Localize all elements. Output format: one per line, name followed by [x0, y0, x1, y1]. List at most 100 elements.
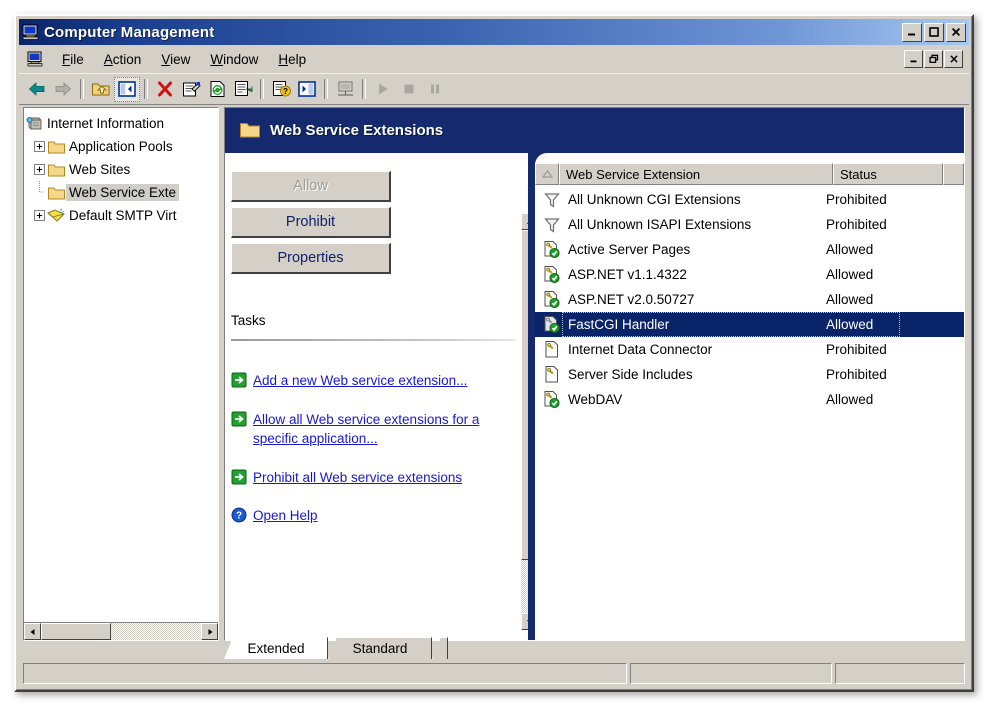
menu-bar: File Action View Window Help [19, 45, 969, 74]
scroll-down-button[interactable] [521, 613, 528, 630]
table-row[interactable]: All Unknown ISAPI Extensions Prohibited [535, 212, 964, 237]
result-pane-title: Web Service Extensions [270, 121, 444, 139]
allowed-page-icon [541, 315, 563, 335]
mdi-minimize-button[interactable] [904, 50, 923, 68]
table-row[interactable]: WebDAV Allowed [535, 387, 964, 412]
table-row[interactable]: Server Side Includes Prohibited [535, 362, 964, 387]
computer-icon [22, 23, 40, 41]
tree-item-label: Web Sites [69, 162, 131, 177]
results-scroll-thumb[interactable] [521, 230, 528, 560]
scroll-right-button[interactable] [201, 623, 218, 640]
prohibit-button[interactable]: Prohibit [231, 207, 391, 238]
extension-status: Allowed [826, 292, 874, 307]
open-help-link[interactable]: ? Open Help [231, 506, 520, 526]
table-row[interactable]: ASP.NET v1.1.4322 Allowed [535, 262, 964, 287]
tree-item-application-pools[interactable]: Application Pools [24, 135, 218, 158]
view-tabs: Extended Standard [224, 637, 965, 659]
add-extension-link[interactable]: Add a new Web service extension... [231, 371, 520, 391]
table-row[interactable]: Active Server Pages Allowed [535, 237, 964, 262]
folder-icon [46, 161, 66, 179]
extension-name: All Unknown ISAPI Extensions [568, 217, 752, 232]
tab-standard-label: Standard [352, 640, 408, 656]
toolbar-separator [324, 79, 328, 99]
extensions-list-view: Web Service Extension Status All Unknown… [535, 153, 964, 640]
folder-icon [239, 120, 261, 140]
menu-item-window[interactable]: Window [201, 49, 267, 70]
svg-text:?: ? [283, 87, 288, 96]
console-icon [27, 50, 45, 68]
close-button[interactable] [946, 22, 966, 42]
funnel-icon [541, 215, 563, 235]
help-button[interactable]: ? [268, 77, 294, 102]
allowed-page-icon [541, 240, 563, 260]
stop-button [396, 77, 422, 102]
mdi-restore-button[interactable] [924, 50, 943, 68]
tab-extended[interactable]: Extended [224, 637, 328, 659]
show-hide-tree-button[interactable] [114, 76, 140, 102]
menu-item-help[interactable]: Help [269, 49, 315, 70]
menu-item-action[interactable]: Action [95, 49, 151, 70]
maximize-button[interactable] [924, 22, 944, 42]
pause-button [422, 77, 448, 102]
table-row[interactable]: Internet Data Connector Prohibited [535, 337, 964, 362]
tree-item-default-smtp-virtual-server[interactable]: Default SMTP Virt [24, 204, 218, 227]
tree-horizontal-scrollbar[interactable] [24, 622, 218, 640]
tab-standard[interactable]: Standard [328, 637, 432, 659]
up-one-level-button[interactable] [88, 77, 114, 102]
tree-scroll-thumb[interactable] [41, 623, 111, 640]
scroll-left-button[interactable] [24, 623, 41, 640]
menu-item-file[interactable]: File [53, 49, 93, 70]
properties-button[interactable] [178, 77, 204, 102]
expander-plus-icon[interactable] [33, 158, 46, 181]
properties-button[interactable]: Properties [231, 243, 391, 274]
column-extension[interactable]: Web Service Extension [559, 163, 833, 185]
prohibit-button-label: Prohibit [285, 214, 336, 230]
funnel-icon [541, 190, 563, 210]
allowed-page-icon [541, 390, 563, 410]
results-scroll-track[interactable] [521, 230, 528, 613]
export-list-button[interactable] [230, 77, 256, 102]
mdi-close-button[interactable] [944, 50, 963, 68]
status-pane-secondary [630, 663, 832, 684]
allow-button-label: Allow [293, 178, 328, 194]
menu-item-view[interactable]: View [152, 49, 199, 70]
results-pane: Web Service Extensions Allow Prohibit Pr… [224, 107, 965, 641]
extension-name: Server Side Includes [568, 367, 693, 382]
allow-all-for-app-link[interactable]: Allow all Web service extensions for a s… [231, 410, 520, 449]
extension-name: All Unknown CGI Extensions [568, 192, 741, 207]
allow-button[interactable]: Allow [231, 171, 391, 202]
toolbar-separator [362, 79, 366, 99]
tree-item-internet-information[interactable]: Internet Information [24, 112, 218, 135]
prohibited-page-icon [541, 340, 563, 360]
expander-plus-icon[interactable] [33, 204, 46, 227]
tree-scroll-track[interactable] [41, 623, 201, 640]
window-title-bar: Computer Management [19, 19, 969, 45]
tree-item-web-service-extensions[interactable]: Web Service Exte [24, 181, 218, 204]
prohibit-all-link[interactable]: Prohibit all Web service extensions [231, 468, 520, 488]
taskpad-action-buttons: Allow Prohibit Properties [231, 171, 391, 279]
start-button [370, 77, 396, 102]
table-row[interactable]: FastCGI Handler Allowed [535, 312, 964, 337]
table-row[interactable]: ASP.NET v2.0.50727 Allowed [535, 287, 964, 312]
server-icon [24, 115, 44, 133]
delete-button[interactable] [152, 77, 178, 102]
prohibited-page-icon [541, 365, 563, 385]
sort-indicator-column[interactable] [535, 163, 559, 185]
extension-name: ASP.NET v1.1.4322 [568, 267, 687, 282]
status-bar [23, 663, 965, 684]
back-button[interactable] [24, 77, 50, 102]
minimize-button[interactable] [902, 22, 922, 42]
green-arrow-icon [231, 411, 248, 427]
show-task-pad-button[interactable] [294, 77, 320, 102]
extension-name: Active Server Pages [568, 242, 691, 257]
results-vertical-scrollbar[interactable] [521, 213, 528, 630]
table-row[interactable]: All Unknown CGI Extensions Prohibited [535, 187, 964, 212]
extension-status: Allowed [826, 267, 874, 282]
forward-button [50, 77, 76, 102]
tree-item-web-sites[interactable]: Web Sites [24, 158, 218, 181]
column-status[interactable]: Status [833, 163, 943, 185]
column-filler[interactable] [943, 163, 964, 185]
refresh-button[interactable] [204, 77, 230, 102]
expander-plus-icon[interactable] [33, 135, 46, 158]
scroll-up-button[interactable] [521, 213, 528, 230]
